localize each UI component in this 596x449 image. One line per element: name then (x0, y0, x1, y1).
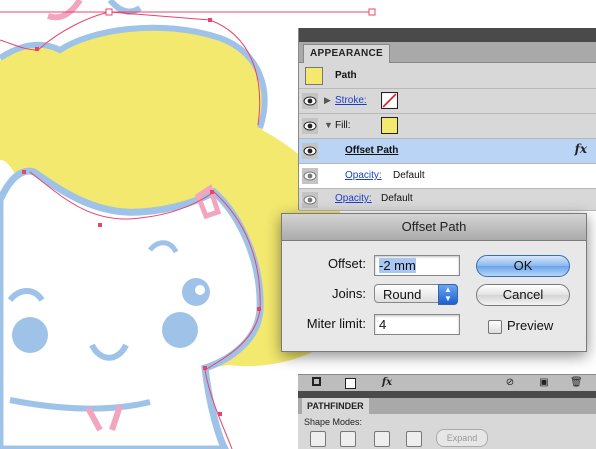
new-fill-icon[interactable] (344, 377, 356, 389)
eye-icon[interactable] (302, 192, 318, 208)
none-swatch-icon[interactable] (381, 92, 398, 109)
offset-value: -2 mm (379, 258, 416, 273)
appearance-toolbar: fx ⊘ ▣ 🗑 (298, 374, 596, 392)
pathfinder-panel: PATHFINDER Shape Modes: Expand (298, 391, 596, 449)
fill-opacity-row[interactable]: Opacity: Default (299, 164, 596, 189)
left-cheek (12, 317, 48, 353)
offset-field[interactable]: -2 mm (374, 255, 460, 276)
trash-icon[interactable]: 🗑 (570, 377, 583, 389)
yellow-swatch-icon (305, 67, 323, 85)
anchor-point[interactable] (98, 223, 102, 227)
intersect-icon[interactable] (374, 431, 390, 447)
eye-icon[interactable] (302, 93, 318, 109)
panel-titlebar[interactable] (299, 28, 596, 42)
eye-icon[interactable] (302, 168, 318, 184)
eye-icon[interactable] (302, 118, 318, 134)
bounding-handle[interactable] (368, 8, 376, 16)
bounding-handle[interactable] (105, 8, 113, 16)
anchor-point[interactable] (218, 412, 222, 416)
chevron-updown-icon: ▲ ▼ (438, 284, 458, 305)
tab-appearance[interactable]: APPEARANCE (303, 44, 391, 63)
ok-button[interactable]: OK (476, 255, 570, 277)
clear-appearance-icon[interactable]: ⊘ (504, 377, 516, 389)
object-opacity-row[interactable]: Opacity: Default (299, 188, 596, 211)
offset-path-row[interactable]: Offset Path fx (299, 139, 596, 164)
opacity-value: Default (381, 193, 413, 204)
opacity-label[interactable]: Opacity: (345, 170, 382, 181)
preview-checkbox[interactable] (488, 320, 502, 334)
anchor-point[interactable] (208, 18, 212, 22)
stroke-row[interactable]: ▶ Stroke: (299, 89, 596, 114)
offset-label: Offset: (327, 256, 366, 271)
appearance-panel: APPEARANCE Path ▶ Stroke: ▼ Fill: Offset… (298, 28, 596, 211)
duplicate-item-icon[interactable]: ▣ (538, 377, 550, 389)
anchor-point[interactable] (22, 170, 26, 174)
anchor-point[interactable] (203, 366, 207, 370)
right-cheek (162, 312, 198, 348)
fx-icon[interactable]: fx (575, 142, 587, 156)
tab-pathfinder[interactable]: PATHFINDER (302, 398, 369, 414)
disclosure-triangle-icon[interactable]: ▶ (324, 95, 331, 106)
new-stroke-icon[interactable] (310, 377, 322, 389)
fill-label: Fill: (335, 120, 351, 131)
pathfinder-tab-row: PATHFINDER (298, 398, 596, 414)
eye-icon[interactable] (302, 143, 318, 159)
pathfinder-titlebar[interactable] (298, 391, 596, 398)
right-eye-shine (195, 285, 205, 295)
disclosure-triangle-icon[interactable]: ▼ (324, 120, 333, 130)
opacity-value: Default (393, 170, 425, 181)
joins-value: Round (383, 287, 422, 302)
anchor-point[interactable] (210, 190, 214, 194)
joins-label: Joins: (332, 286, 366, 301)
anchor-point[interactable] (257, 307, 261, 311)
expand-button[interactable]: Expand (436, 429, 488, 447)
dialog-title[interactable]: Offset Path (282, 214, 586, 241)
anchor-point[interactable] (35, 47, 39, 51)
fill-row[interactable]: ▼ Fill: (299, 114, 596, 139)
path-row[interactable]: Path (299, 63, 596, 89)
joins-select[interactable]: Round ▲ ▼ (374, 284, 458, 305)
offset-path-label[interactable]: Offset Path (345, 145, 398, 156)
opacity-label[interactable]: Opacity: (335, 193, 372, 204)
path-label: Path (335, 70, 357, 81)
miter-limit-label: Miter limit: (306, 316, 366, 331)
shape-modes-label: Shape Modes: (304, 417, 363, 427)
stroke-label[interactable]: Stroke: (335, 95, 367, 106)
fx-menu-icon[interactable]: fx (378, 377, 396, 389)
exclude-icon[interactable] (406, 431, 422, 447)
panel-tab-row: APPEARANCE (299, 42, 596, 63)
unite-icon[interactable] (310, 431, 326, 447)
cancel-button[interactable]: Cancel (476, 284, 570, 306)
preview-label[interactable]: Preview (507, 318, 553, 333)
yellow-swatch-icon[interactable] (381, 117, 398, 134)
miter-limit-field[interactable]: 4 (374, 314, 460, 335)
minus-front-icon[interactable] (340, 431, 356, 447)
